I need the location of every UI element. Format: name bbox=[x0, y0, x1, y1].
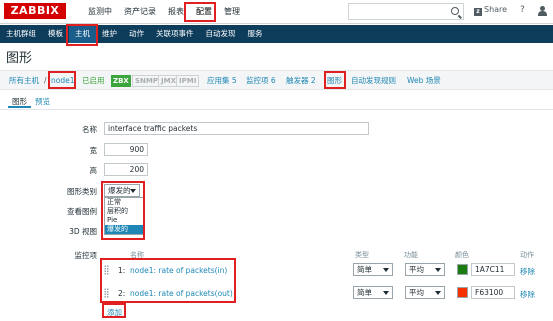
form-tabs: 图形 预览 bbox=[8, 96, 54, 108]
highlight-config-menu bbox=[184, 2, 216, 22]
chevron-down-icon bbox=[435, 291, 441, 295]
search-input[interactable] bbox=[348, 3, 464, 20]
sub-menu-templates[interactable]: 模板 bbox=[42, 25, 69, 43]
item-type-value: 简单 bbox=[357, 265, 372, 274]
tab-divider bbox=[0, 109, 553, 110]
discovery-rules-link[interactable]: 自动发现规则 bbox=[351, 71, 396, 91]
top-menu-administration[interactable]: 管理 bbox=[218, 0, 246, 24]
highlight-hosts-menu bbox=[66, 24, 98, 46]
chevron-down-icon bbox=[383, 268, 389, 272]
remove-item-link[interactable]: 移除 bbox=[520, 266, 535, 277]
3d-view-label: 3D 视图 bbox=[69, 227, 97, 236]
applications-link[interactable]: 应用集 5 bbox=[207, 71, 237, 91]
breadcrumb-separator: / bbox=[44, 76, 47, 85]
color-swatch[interactable] bbox=[457, 264, 468, 275]
tab-graph[interactable]: 图形 bbox=[8, 96, 31, 108]
share-icon: z bbox=[474, 8, 482, 16]
top-menu: 监测中 资产记录 报表 配置 管理 bbox=[82, 0, 246, 24]
remove-item-link[interactable]: 移除 bbox=[520, 289, 535, 300]
item-type-select[interactable]: 简单 bbox=[353, 286, 393, 299]
color-swatch[interactable] bbox=[457, 287, 468, 298]
top-bar: ZABBIX 监测中 资产记录 报表 配置 管理 z Share ? bbox=[0, 0, 553, 24]
host-nav-bar: 所有主机 / node1 已启用 ZBX SNMP JMX IPMI 应用集 5… bbox=[0, 70, 553, 90]
item-function-value: 平均 bbox=[409, 265, 424, 274]
sub-menu-correlation[interactable]: 关联项事件 bbox=[150, 25, 200, 43]
show-legend-label: 查看图例 bbox=[67, 207, 97, 216]
top-menu-inventory[interactable]: 资产记录 bbox=[118, 0, 162, 24]
name-field[interactable]: interface traffic packets bbox=[104, 122, 369, 135]
name-label: 名称 bbox=[82, 125, 97, 134]
zabbix-logo[interactable]: ZABBIX bbox=[4, 3, 66, 19]
item-function-value: 平均 bbox=[409, 288, 424, 297]
highlight-graphs bbox=[324, 71, 346, 89]
web-scenarios-link[interactable]: Web 场景 bbox=[407, 71, 441, 91]
all-hosts-link[interactable]: 所有主机 bbox=[9, 71, 39, 91]
highlight-items bbox=[100, 258, 236, 303]
chevron-down-icon bbox=[383, 291, 389, 295]
sub-menu-actions[interactable]: 动作 bbox=[123, 25, 150, 43]
chevron-down-icon bbox=[435, 268, 441, 272]
sub-menu-discovery[interactable]: 自动发现 bbox=[200, 25, 242, 43]
item-type-value: 简单 bbox=[357, 288, 372, 297]
share-label: Share bbox=[484, 5, 508, 14]
zbx-availability-badge: ZBX bbox=[111, 75, 131, 87]
item-function-select[interactable]: 平均 bbox=[405, 263, 445, 276]
items-label: 监控项 bbox=[74, 251, 98, 260]
ipmi-availability-badge: IPMI bbox=[176, 75, 200, 87]
highlight-node1 bbox=[48, 71, 76, 89]
highlight-graph-type bbox=[101, 181, 145, 240]
sub-menu-host-groups[interactable]: 主机群组 bbox=[0, 25, 42, 43]
width-field[interactable]: 900 bbox=[104, 143, 148, 156]
page-title: 图形 bbox=[6, 51, 33, 66]
items-link[interactable]: 监控项 6 bbox=[246, 71, 276, 91]
item-color-field[interactable]: 1A7C11 bbox=[471, 263, 515, 276]
snmp-availability-badge: SNMP bbox=[132, 75, 161, 87]
highlight-add bbox=[102, 303, 126, 318]
host-status[interactable]: 已启用 bbox=[82, 71, 105, 91]
user-profile-icon[interactable] bbox=[538, 6, 547, 16]
top-menu-monitoring[interactable]: 监测中 bbox=[82, 0, 118, 24]
triggers-link[interactable]: 触发器 2 bbox=[286, 71, 316, 91]
tab-preview[interactable]: 预览 bbox=[31, 96, 54, 108]
height-label: 高 bbox=[89, 166, 98, 175]
item-color-field[interactable]: F63100 bbox=[471, 286, 515, 299]
item-function-select[interactable]: 平均 bbox=[405, 286, 445, 299]
height-field[interactable]: 200 bbox=[104, 163, 148, 176]
item-type-select[interactable]: 简单 bbox=[353, 263, 393, 276]
graph-type-label: 图形类别 bbox=[67, 187, 97, 196]
share-link[interactable]: z Share bbox=[474, 5, 507, 16]
width-label: 宽 bbox=[89, 146, 98, 155]
sub-menu-services[interactable]: 服务 bbox=[242, 25, 269, 43]
help-link[interactable]: ? bbox=[520, 5, 525, 15]
search-icon[interactable] bbox=[451, 7, 459, 15]
sub-menu-maintenance[interactable]: 维护 bbox=[96, 25, 123, 43]
